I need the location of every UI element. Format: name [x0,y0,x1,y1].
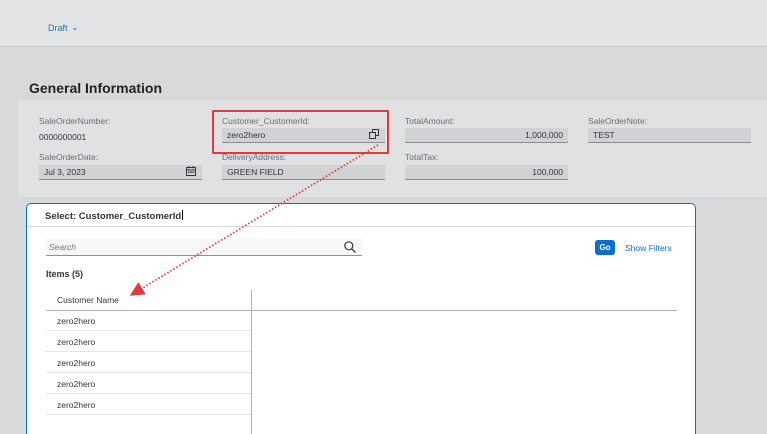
general-information-form [18,100,767,197]
show-filters-link[interactable]: Show Filters [625,243,672,253]
dialog-header-divider [27,226,695,227]
search-placeholder: Search [49,242,76,252]
table-row[interactable]: zero2hero [46,395,251,415]
sale-order-number-value: 0000000001 [39,132,87,142]
dialog-title: Select: Customer_CustomerId [45,211,182,222]
delivery-address-value: GREEN FIELD [227,167,284,177]
total-tax-label: TotalTax: [405,152,439,162]
sale-order-number-label: SaleOrderNumber: [39,116,111,126]
total-tax-value: 100,000 [532,167,563,177]
column-separator [251,290,252,434]
table-row[interactable]: zero2hero [46,374,251,394]
draft-label: Draft [48,23,68,33]
search-icon[interactable] [343,240,357,254]
customer-id-highlight-box [212,110,389,154]
section-title: General Information [29,80,163,96]
items-count-title: Items (5) [46,269,84,279]
sale-order-date-label: SaleOrderDate: [39,152,99,162]
total-tax-field[interactable]: 100,000 [405,165,568,180]
calendar-icon[interactable] [186,166,196,179]
go-button[interactable]: Go [595,240,615,255]
sale-order-note-field[interactable]: TEST [588,128,751,143]
search-input[interactable]: Search [46,239,362,256]
sale-order-note-value: TEST [593,130,615,140]
table-row[interactable]: zero2hero [46,353,251,373]
column-header-customer-name[interactable]: Customer Name [46,290,251,310]
customer-table: Customer Name zero2hero zero2hero zero2h… [46,290,677,434]
delivery-address-label: DeliveryAddress: [222,152,287,162]
delivery-address-field[interactable]: GREEN FIELD [222,165,385,180]
top-header-bar: Draft ⌄ [0,0,767,47]
table-row[interactable]: zero2hero [46,311,251,331]
total-amount-label: TotalAmount: [405,116,455,126]
total-amount-value: 1,000,000 [525,130,563,140]
draft-status-dropdown[interactable]: Draft ⌄ [48,23,78,33]
sale-order-date-value: Jul 3, 2023 [44,167,86,177]
total-amount-field[interactable]: 1,000,000 [405,128,568,143]
sale-order-note-label: SaleOrderNote: [588,116,648,126]
value-help-dialog: Select: Customer_CustomerId Search Go Sh… [26,203,696,434]
chevron-down-icon: ⌄ [71,23,79,32]
table-row[interactable]: zero2hero [46,332,251,352]
sale-order-date-field[interactable]: Jul 3, 2023 [39,165,202,180]
